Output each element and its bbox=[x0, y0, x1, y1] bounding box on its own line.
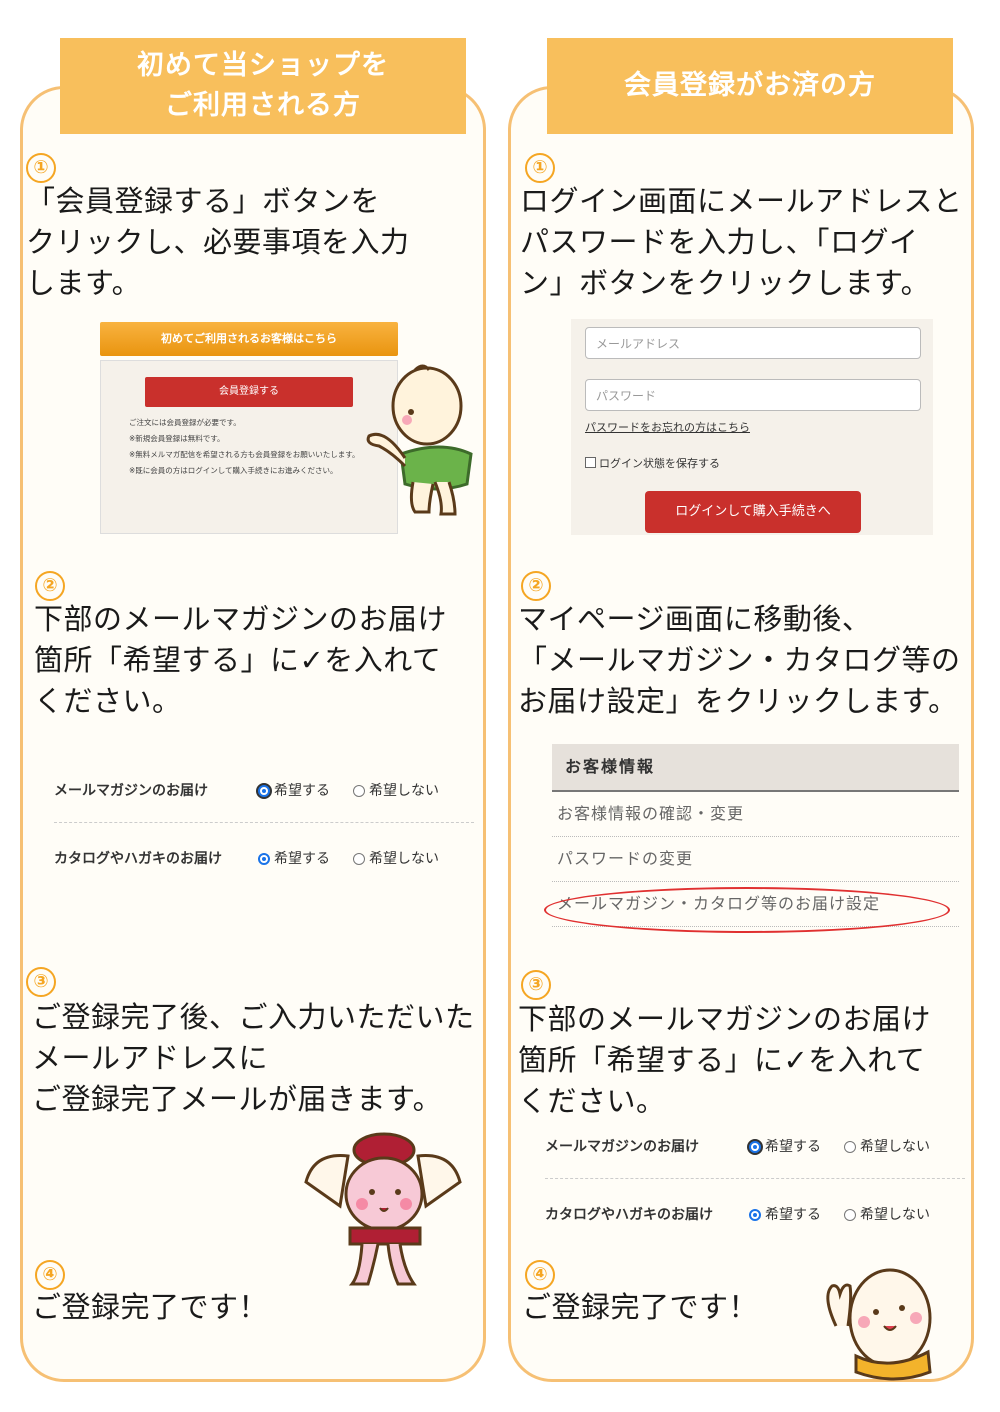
newsletter-label: メールマガジンのお届け bbox=[54, 783, 208, 799]
menu-item-password[interactable]: パスワードの変更 bbox=[552, 837, 959, 882]
menu-item-customer-info[interactable]: お客様情報の確認・変更 bbox=[552, 792, 959, 837]
step-text: ご登録完了です！ bbox=[522, 1290, 759, 1324]
forgot-password-link[interactable]: パスワードをお忘れの方はこちら bbox=[585, 419, 750, 435]
newsletter-row: メールマガジンのお届け 希望する 希望しない bbox=[54, 770, 474, 810]
email-input[interactable]: メールアドレス bbox=[585, 327, 921, 359]
step-text: 「会員登録する」ボタンを クリックし、必要事項を入力 します。 bbox=[26, 184, 410, 300]
register-header: 初めてご利用されるお客様はこちら bbox=[100, 322, 398, 356]
radio-yes[interactable]: 希望する bbox=[749, 1136, 821, 1156]
password-input[interactable]: パスワード bbox=[585, 379, 921, 411]
step-text: マイページ画面に移動後、 「メールマガジン・カタログ等の お届け設定」をクリック… bbox=[518, 602, 961, 718]
step-text: ご登録完了です！ bbox=[32, 1290, 269, 1324]
mascot-pointing-illustration bbox=[366, 364, 473, 516]
catalog-row: カタログやハガキのお届け 希望する 希望しない bbox=[545, 1194, 965, 1234]
login-button[interactable]: ログインして購入手続きへ bbox=[645, 491, 861, 533]
radio-no[interactable]: 希望しない bbox=[353, 780, 439, 800]
register-note: ※既に会員の方はログインして購入手続きにお進みください。 bbox=[129, 466, 338, 475]
step-number: ① bbox=[26, 153, 56, 183]
newsletter-row: メールマガジンのお届け 希望する 希望しない bbox=[545, 1126, 965, 1166]
radio-no[interactable]: 希望しない bbox=[844, 1136, 930, 1156]
step-text: 下部のメールマガジンのお届け 箇所「希望する」に✓を入れて ください。 bbox=[518, 1002, 932, 1118]
menu-header: お客様情報 bbox=[552, 744, 959, 792]
register-screenshot: 初めてご利用されるお客様はこちら 会員登録する ご注文には会員登録が必要です。 … bbox=[100, 322, 398, 534]
step-number: ④ bbox=[35, 1260, 65, 1290]
newsletter-label: メールマガジンのお届け bbox=[545, 1139, 699, 1155]
catalog-row: カタログやハガキのお届け 希望する 希望しない bbox=[54, 838, 474, 878]
step-number: ④ bbox=[525, 1260, 555, 1290]
register-button[interactable]: 会員登録する bbox=[145, 377, 353, 407]
radio-yes[interactable]: 希望する bbox=[749, 1204, 821, 1224]
step-text: 下部のメールマガジンのお届け 箇所「希望する」に✓を入れて ください。 bbox=[34, 602, 448, 718]
highlight-circle bbox=[544, 887, 950, 933]
mascot-waving-illustration bbox=[826, 1268, 932, 1381]
catalog-label: カタログやハガキのお届け bbox=[54, 851, 222, 867]
new-customer-banner: 初めて当ショップを ご利用される方 bbox=[60, 38, 466, 134]
radio-no[interactable]: 希望しない bbox=[844, 1204, 930, 1224]
register-note: ※無料メルマガ配信を希望される方も会員登録をお願いいたします。 bbox=[129, 450, 360, 459]
radio-no[interactable]: 希望しない bbox=[353, 848, 439, 868]
catalog-label: カタログやハガキのお届け bbox=[545, 1207, 713, 1223]
step-text: ログイン画面にメールアドレスと パスワードを入力し、「ログイ ン」ボタンをクリッ… bbox=[520, 184, 963, 300]
register-note: ※新規会員登録は無料です。 bbox=[129, 434, 225, 443]
mascot-fans-illustration bbox=[304, 1132, 462, 1286]
step-number: ③ bbox=[521, 970, 551, 1000]
existing-member-banner: 会員登録がお済の方 bbox=[547, 38, 953, 134]
step-number: ① bbox=[525, 153, 555, 183]
login-screenshot: メールアドレス パスワード パスワードをお忘れの方はこちら ログイン状態を保存す… bbox=[571, 319, 933, 535]
radio-yes[interactable]: 希望する bbox=[258, 848, 330, 868]
step-number: ② bbox=[35, 571, 65, 601]
register-note: ご注文には会員登録が必要です。 bbox=[129, 418, 241, 427]
step-number: ② bbox=[521, 571, 551, 601]
step-number: ③ bbox=[26, 967, 56, 997]
radio-yes[interactable]: 希望する bbox=[258, 780, 330, 800]
step-text: ご登録完了後、ご入力いただいた メールアドレスに ご登録完了メールが届きます。 bbox=[32, 1000, 475, 1116]
remember-checkbox[interactable]: ログイン状態を保存する bbox=[585, 455, 720, 471]
